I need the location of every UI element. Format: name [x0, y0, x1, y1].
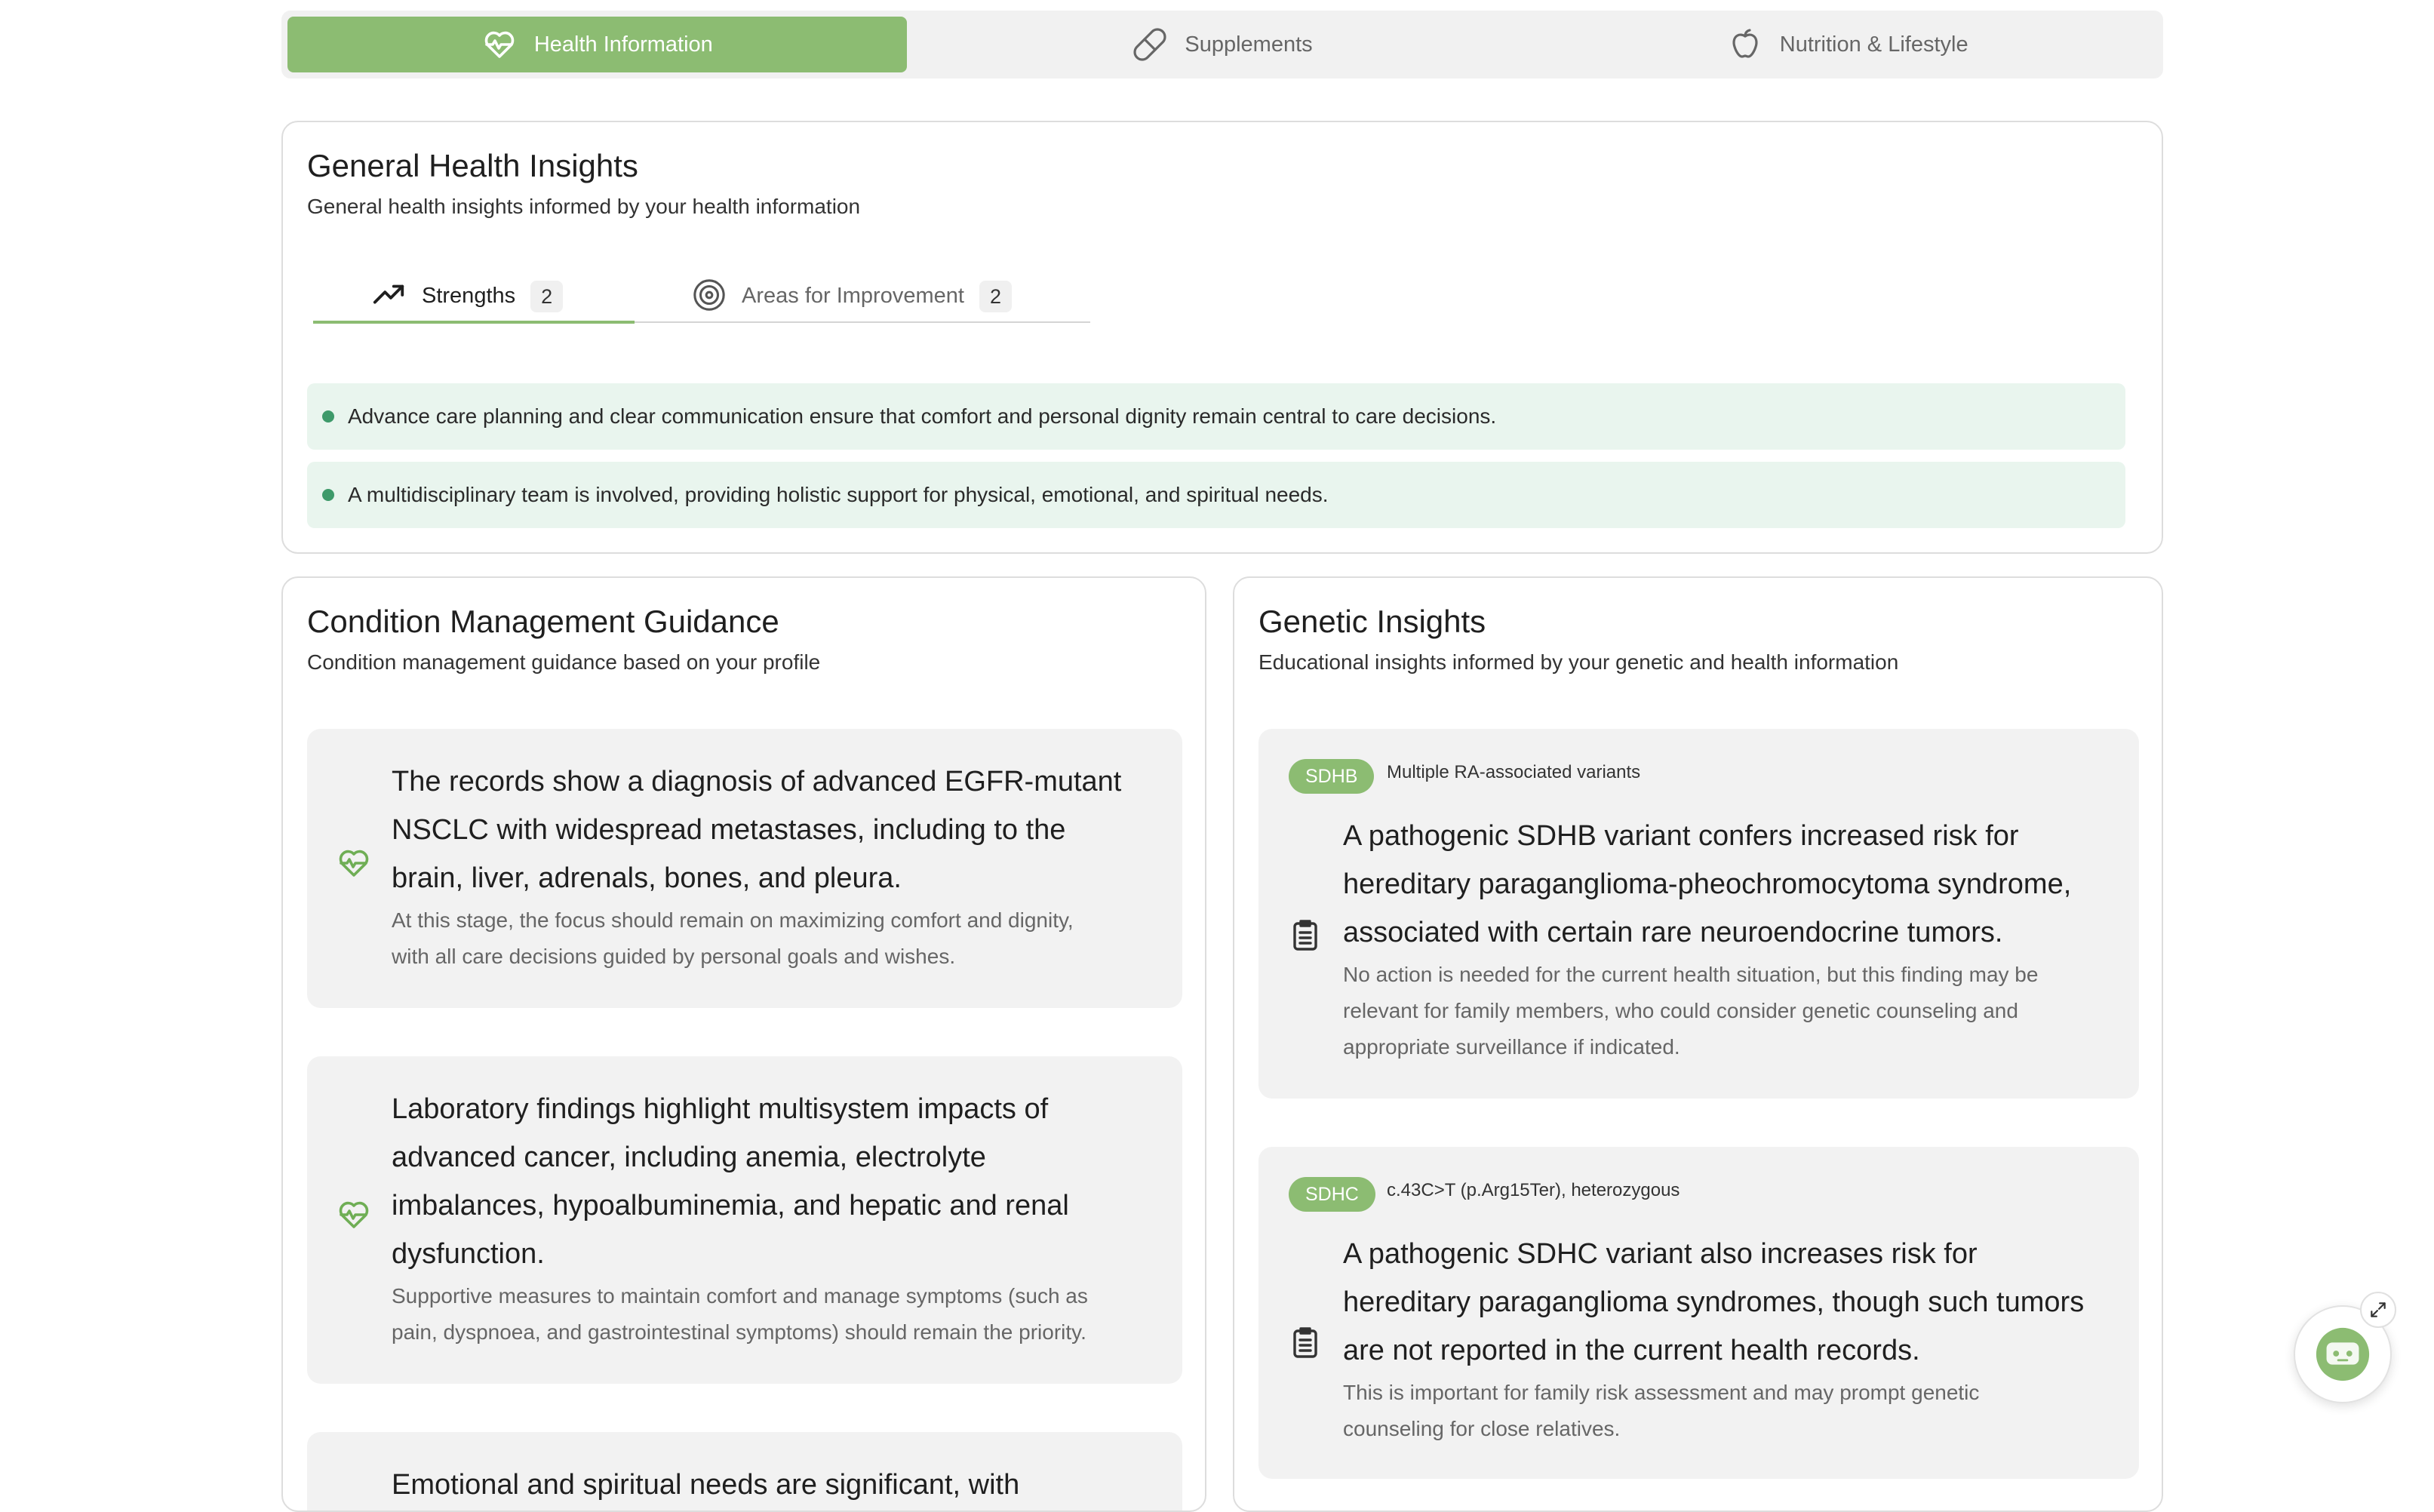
card-title: General Health Insights	[307, 148, 638, 183]
gene-badge: SDHC	[1289, 1177, 1375, 1212]
card-title: Genetic Insights	[1258, 604, 1486, 639]
bullet-dot	[322, 489, 334, 501]
tab-supplements-label: Supplements	[1185, 32, 1313, 57]
card-subtitle: Educational insights informed by your ge…	[1258, 650, 1899, 674]
guidance-item: The records show a diagnosis of advanced…	[307, 729, 1182, 1008]
genetic-item: SDHB Multiple RA-associated variants A p…	[1258, 729, 2139, 1099]
text-line: NSCLC with widespread metastases, includ…	[392, 814, 1066, 846]
clipboard-icon	[1293, 1327, 1317, 1358]
genetic-item: SDHC c.43C>T (p.Arg15Ter), heterozygous …	[1258, 1147, 2139, 1479]
guidance-main-text: The records show a diagnosis of advanced…	[392, 758, 1121, 902]
text-line: hereditary paraganglioma-pheochromocytom…	[1343, 868, 2072, 900]
tab-nutrition-lifestyle-label: Nutrition & Lifestyle	[1779, 32, 1968, 57]
insight-tabs: Strengths 2 Areas for Improvement 2	[313, 279, 1090, 324]
text-line: are not reported in the current health r…	[1343, 1335, 1920, 1366]
chat-expand-button[interactable]	[2360, 1292, 2396, 1328]
strength-text: Advance care planning and clear communic…	[348, 404, 1497, 428]
text-line: advanced cancer, including anemia, elect…	[392, 1142, 986, 1173]
heart-pulse-icon	[339, 1201, 369, 1228]
tab-strengths[interactable]: Strengths 2	[372, 281, 564, 323]
condition-management-card: Condition Management Guidance Condition …	[281, 576, 1206, 1512]
text-line: relevant for family members, who could c…	[1343, 999, 2018, 1022]
guidance-main-text: Laboratory findings highlight multisyste…	[392, 1085, 1069, 1278]
guidance-item: Laboratory findings highlight multisyste…	[307, 1056, 1182, 1384]
strength-item: A multidisciplinary team is involved, pr…	[307, 462, 2125, 528]
heart-pulse-icon	[484, 31, 515, 58]
tab-areas-for-improvement[interactable]: Areas for Improvement 2	[692, 279, 1012, 323]
text-line: pain, dyspnoea, and gastrointestinal sym…	[392, 1320, 1086, 1344]
apple-icon	[1732, 29, 1758, 58]
tab-areas-for-improvement-label: Areas for Improvement	[742, 284, 964, 308]
text-line: Emotional and spiritual needs are signif…	[392, 1469, 1020, 1501]
card-title: Condition Management Guidance	[307, 604, 779, 639]
expand-icon	[2371, 1302, 2386, 1317]
guidance-sub-text: At this stage, the focus should remain o…	[392, 902, 1074, 975]
genetic-sub-text: No action is needed for the current heal…	[1343, 957, 2038, 1065]
strength-item: Advance care planning and clear communic…	[307, 383, 2125, 450]
tab-supplements[interactable]: Supplements	[913, 17, 1532, 72]
text-line: imbalances, hypoalbuminemia, and hepatic…	[392, 1190, 1069, 1222]
card-subtitle: General health insights informed by your…	[307, 195, 861, 218]
genetic-insights-card: Genetic Insights Educational insights in…	[1233, 576, 2163, 1512]
bullet-dot	[322, 410, 334, 423]
genetic-sub-text: This is important for family risk assess…	[1343, 1375, 1979, 1447]
tab-nutrition-lifestyle[interactable]: Nutrition & Lifestyle	[1538, 17, 2157, 72]
text-line: At this stage, the focus should remain o…	[392, 908, 1074, 932]
target-icon	[693, 279, 725, 311]
text-line: The records show a diagnosis of advanced…	[392, 766, 1122, 797]
text-line: counseling for close relatives.	[1343, 1417, 1621, 1440]
text-line: dysfunction.	[392, 1238, 545, 1270]
text-line: hereditary paraganglioma syndromes, thou…	[1343, 1286, 2085, 1318]
chatbot-icon	[2316, 1327, 2370, 1381]
active-tab-indicator	[313, 321, 635, 324]
guidance-main-text: Emotional and spiritual needs are signif…	[392, 1461, 1019, 1509]
top-tab-bar: Health Information Supplements Nutrition…	[281, 11, 2163, 78]
tab-health-information-label: Health Information	[533, 32, 713, 57]
text-line: brain, liver, adrenals, bones, and pleur…	[392, 862, 902, 894]
guidance-sub-text: Supportive measures to maintain comfort …	[392, 1278, 1088, 1351]
text-line: associated with certain rare neuroendocr…	[1343, 917, 2003, 948]
text-line: Laboratory findings highlight multisyste…	[392, 1093, 1049, 1125]
strength-text: A multidisciplinary team is involved, pr…	[348, 483, 1329, 506]
tab-strengths-count: 2	[530, 281, 564, 312]
gene-variant: Multiple RA-associated variants	[1387, 762, 1641, 782]
text-line: Supportive measures to maintain comfort …	[392, 1284, 1088, 1308]
tab-strengths-label: Strengths	[422, 284, 516, 308]
general-health-insights-card: General Health Insights General health i…	[281, 121, 2163, 554]
text-line: with all care decisions guided by person…	[392, 945, 956, 968]
card-subtitle: Condition management guidance based on y…	[307, 650, 821, 674]
pill-icon	[1133, 28, 1166, 61]
text-line: A pathogenic SDHB variant confers increa…	[1343, 820, 2019, 852]
tab-areas-for-improvement-count: 2	[979, 281, 1012, 312]
trending-up-icon	[373, 284, 404, 304]
gene-badge: SDHB	[1289, 759, 1375, 794]
text-line: No action is needed for the current heal…	[1343, 963, 2039, 986]
heart-pulse-icon	[339, 850, 369, 877]
gene-variant: c.43C>T (p.Arg15Ter), heterozygous	[1387, 1180, 1680, 1200]
tab-health-information[interactable]: Health Information	[287, 17, 907, 72]
guidance-item: Emotional and spiritual needs are signif…	[307, 1432, 1182, 1510]
clipboard-icon	[1293, 920, 1317, 951]
text-line: A pathogenic SDHC variant also increases…	[1343, 1238, 1978, 1270]
text-line: This is important for family risk assess…	[1343, 1381, 1980, 1404]
genetic-main-text: A pathogenic SDHC variant also increases…	[1343, 1230, 2084, 1375]
text-line: appropriate surveillance if indicated.	[1343, 1035, 1680, 1059]
genetic-main-text: A pathogenic SDHB variant confers increa…	[1343, 812, 2071, 957]
